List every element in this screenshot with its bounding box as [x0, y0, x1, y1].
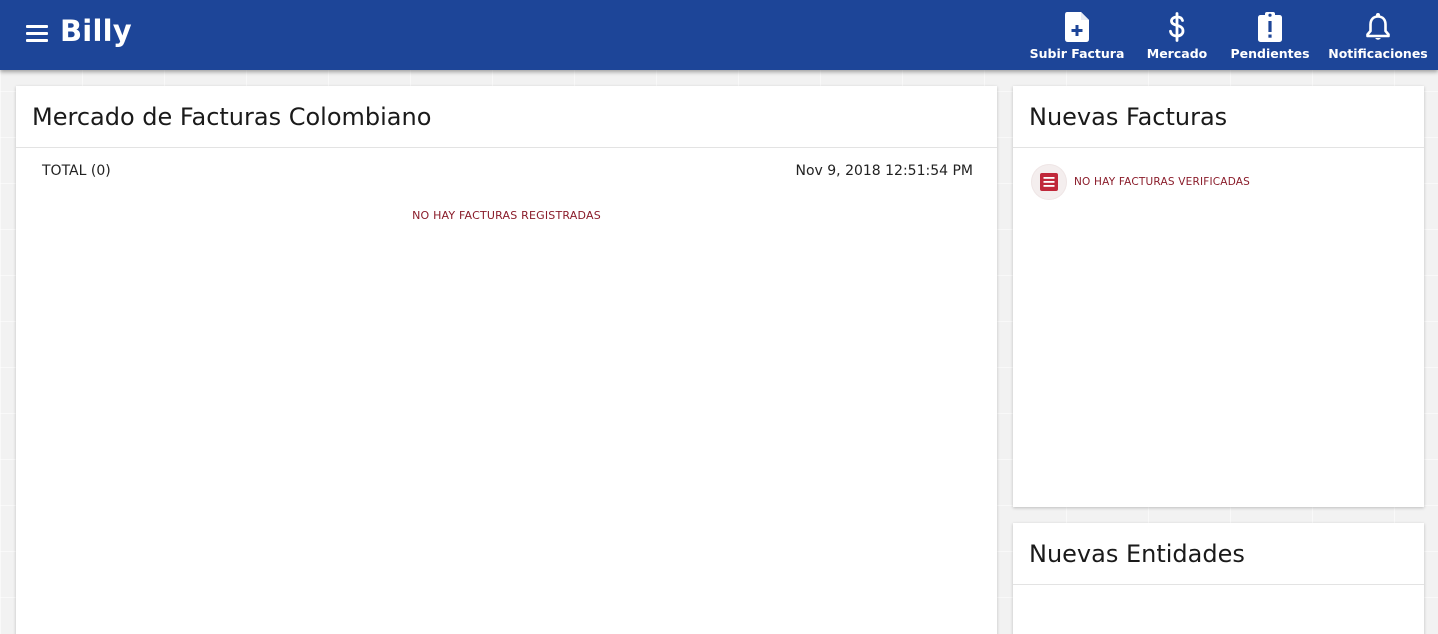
- nav-mercado[interactable]: Mercado: [1138, 0, 1216, 70]
- empty-verified-row: NO HAY FACTURAS VERIFICADAS: [1031, 164, 1250, 200]
- top-app-bar: Billy Subir Factura Mercado Pendientes N…: [0, 0, 1438, 70]
- new-invoices-title: Nuevas Facturas: [1013, 86, 1424, 148]
- timestamp: Nov 9, 2018 12:51:54 PM: [795, 163, 973, 179]
- bell-icon: [1366, 13, 1390, 40]
- hamburger-menu-icon[interactable]: [26, 25, 50, 45]
- new-entities-card: Nuevas Entidades: [1013, 523, 1424, 634]
- nav-label: Mercado: [1146, 46, 1208, 61]
- new-invoices-card: Nuevas Facturas NO HAY FACTURAS VERIFICA…: [1013, 86, 1424, 507]
- invoice-document-icon: [1031, 164, 1067, 200]
- nav-subir-factura[interactable]: Subir Factura: [1022, 0, 1132, 70]
- nav-pendientes[interactable]: Pendientes: [1222, 0, 1318, 70]
- market-card-title: Mercado de Facturas Colombiano: [16, 86, 997, 148]
- total-count: TOTAL (0): [42, 163, 111, 179]
- dollar-icon: [1169, 12, 1185, 42]
- upload-document-icon: [1065, 12, 1089, 42]
- nav-label: Pendientes: [1230, 46, 1310, 61]
- empty-invoices-message: NO HAY FACTURAS REGISTRADAS: [412, 209, 601, 222]
- nav-notificaciones[interactable]: Notificaciones: [1326, 0, 1430, 70]
- nav-label: Subir Factura: [1029, 46, 1125, 61]
- pending-clipboard-icon: [1258, 12, 1282, 42]
- market-card: Mercado de Facturas Colombiano TOTAL (0)…: [16, 86, 997, 634]
- empty-verified-message: NO HAY FACTURAS VERIFICADAS: [1074, 176, 1251, 188]
- new-entities-title: Nuevas Entidades: [1013, 523, 1424, 585]
- nav-label: Notificaciones: [1328, 46, 1428, 61]
- brand-logo[interactable]: Billy: [60, 14, 132, 48]
